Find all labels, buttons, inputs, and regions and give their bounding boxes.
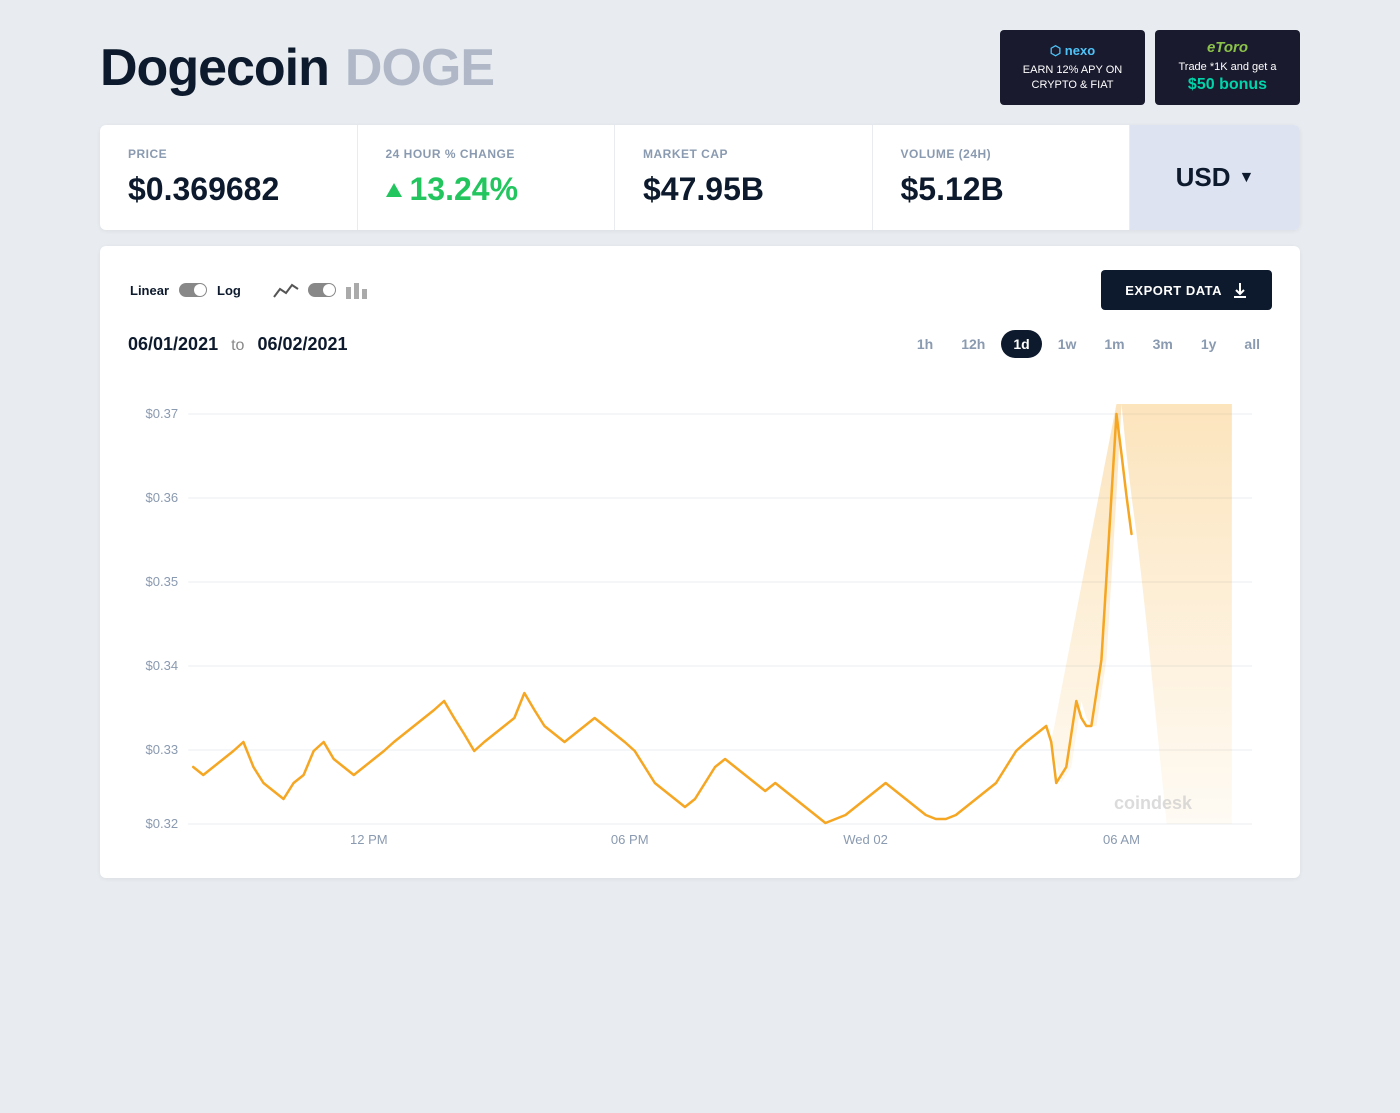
svg-text:$0.33: $0.33 [146, 742, 179, 757]
coin-ticker: DOGE [345, 38, 494, 98]
export-data-button[interactable]: EXPORT DATA [1101, 270, 1272, 310]
date-range: 06/01/2021 to 06/02/2021 [128, 334, 348, 355]
svg-text:06 PM: 06 PM [611, 832, 649, 847]
svg-text:$0.32: $0.32 [146, 816, 179, 831]
nexo-logo: ⬡ nexo [1050, 43, 1095, 59]
chart-type-controls: Linear Log [128, 279, 368, 302]
marketcap-stat: MARKET CAP $47.95B [615, 125, 873, 230]
linear-scale-button[interactable]: Linear [128, 279, 171, 302]
price-stat: PRICE $0.369682 [100, 125, 358, 230]
volume-value: $5.12B [901, 171, 1102, 208]
line-chart-icon[interactable] [272, 279, 300, 301]
date-separator: to [231, 337, 244, 354]
time-btn-1w[interactable]: 1w [1046, 330, 1089, 358]
chart-section: Linear Log EXPORT DATA [100, 246, 1300, 878]
volume-label: VOLUME (24H) [901, 147, 1102, 161]
change-stat: 24 HOUR % CHANGE 13.24% [358, 125, 616, 230]
etoro-text: Trade *1K and get a$50 bonus [1178, 60, 1276, 95]
etoro-ad[interactable]: eToro Trade *1K and get a$50 bonus [1155, 30, 1300, 105]
ad-banners: ⬡ nexo EARN 12% APY ONCRYPTO & FIAT eTor… [1000, 30, 1300, 105]
price-label: PRICE [128, 147, 329, 161]
coin-title: Dogecoin DOGE [100, 38, 494, 98]
currency-display: USD ▼ [1176, 162, 1255, 193]
coin-name: Dogecoin [100, 38, 329, 98]
date-to: 06/02/2021 [257, 334, 347, 354]
time-btn-1d[interactable]: 1d [1001, 330, 1041, 358]
date-from: 06/01/2021 [128, 334, 218, 354]
coindesk-watermark: coindesk [1114, 793, 1192, 814]
etoro-logo: eToro [1207, 39, 1248, 56]
currency-selector[interactable]: USD ▼ [1130, 125, 1300, 230]
bar-chart-icon[interactable] [344, 279, 368, 301]
time-buttons: 1h 12h 1d 1w 1m 3m 1y all [905, 330, 1272, 358]
time-btn-1y[interactable]: 1y [1189, 330, 1229, 358]
svg-text:$0.34: $0.34 [146, 658, 179, 673]
price-value: $0.369682 [128, 171, 329, 208]
scale-toggle[interactable] [179, 283, 207, 297]
svg-text:Wed 02: Wed 02 [843, 832, 888, 847]
svg-text:12 PM: 12 PM [350, 832, 388, 847]
time-btn-1m[interactable]: 1m [1092, 330, 1136, 358]
chart-controls: Linear Log EXPORT DATA [128, 270, 1272, 310]
page-container: Dogecoin DOGE ⬡ nexo EARN 12% APY ONCRYP… [100, 30, 1300, 878]
marketcap-value: $47.95B [643, 171, 844, 208]
chart-date-row: 06/01/2021 to 06/02/2021 1h 12h 1d 1w 1m… [128, 330, 1272, 358]
download-icon [1232, 282, 1248, 298]
log-scale-button[interactable]: Log [215, 279, 243, 302]
price-chart: $0.37 $0.36 $0.35 $0.34 $0.33 $0.32 [128, 374, 1272, 854]
chevron-down-icon: ▼ [1239, 169, 1255, 187]
time-btn-1h[interactable]: 1h [905, 330, 945, 358]
svg-text:06 AM: 06 AM [1103, 832, 1140, 847]
change-label: 24 HOUR % CHANGE [386, 147, 587, 161]
chart-type-toggle[interactable] [308, 283, 336, 297]
stats-bar: PRICE $0.369682 24 HOUR % CHANGE 13.24% … [100, 125, 1300, 230]
nexo-ad[interactable]: ⬡ nexo EARN 12% APY ONCRYPTO & FIAT [1000, 30, 1145, 105]
chart-area: $0.37 $0.36 $0.35 $0.34 $0.33 $0.32 [128, 374, 1272, 854]
volume-stat: VOLUME (24H) $5.12B [873, 125, 1131, 230]
svg-text:$0.36: $0.36 [146, 490, 179, 505]
marketcap-label: MARKET CAP [643, 147, 844, 161]
time-btn-3m[interactable]: 3m [1141, 330, 1185, 358]
up-arrow-icon [386, 183, 402, 197]
time-btn-all[interactable]: all [1232, 330, 1272, 358]
page-header: Dogecoin DOGE ⬡ nexo EARN 12% APY ONCRYP… [100, 30, 1300, 105]
change-value: 13.24% [386, 171, 587, 208]
time-btn-12h[interactable]: 12h [949, 330, 997, 358]
svg-text:$0.37: $0.37 [146, 406, 179, 421]
nexo-text: EARN 12% APY ONCRYPTO & FIAT [1023, 63, 1122, 92]
svg-text:$0.35: $0.35 [146, 574, 179, 589]
